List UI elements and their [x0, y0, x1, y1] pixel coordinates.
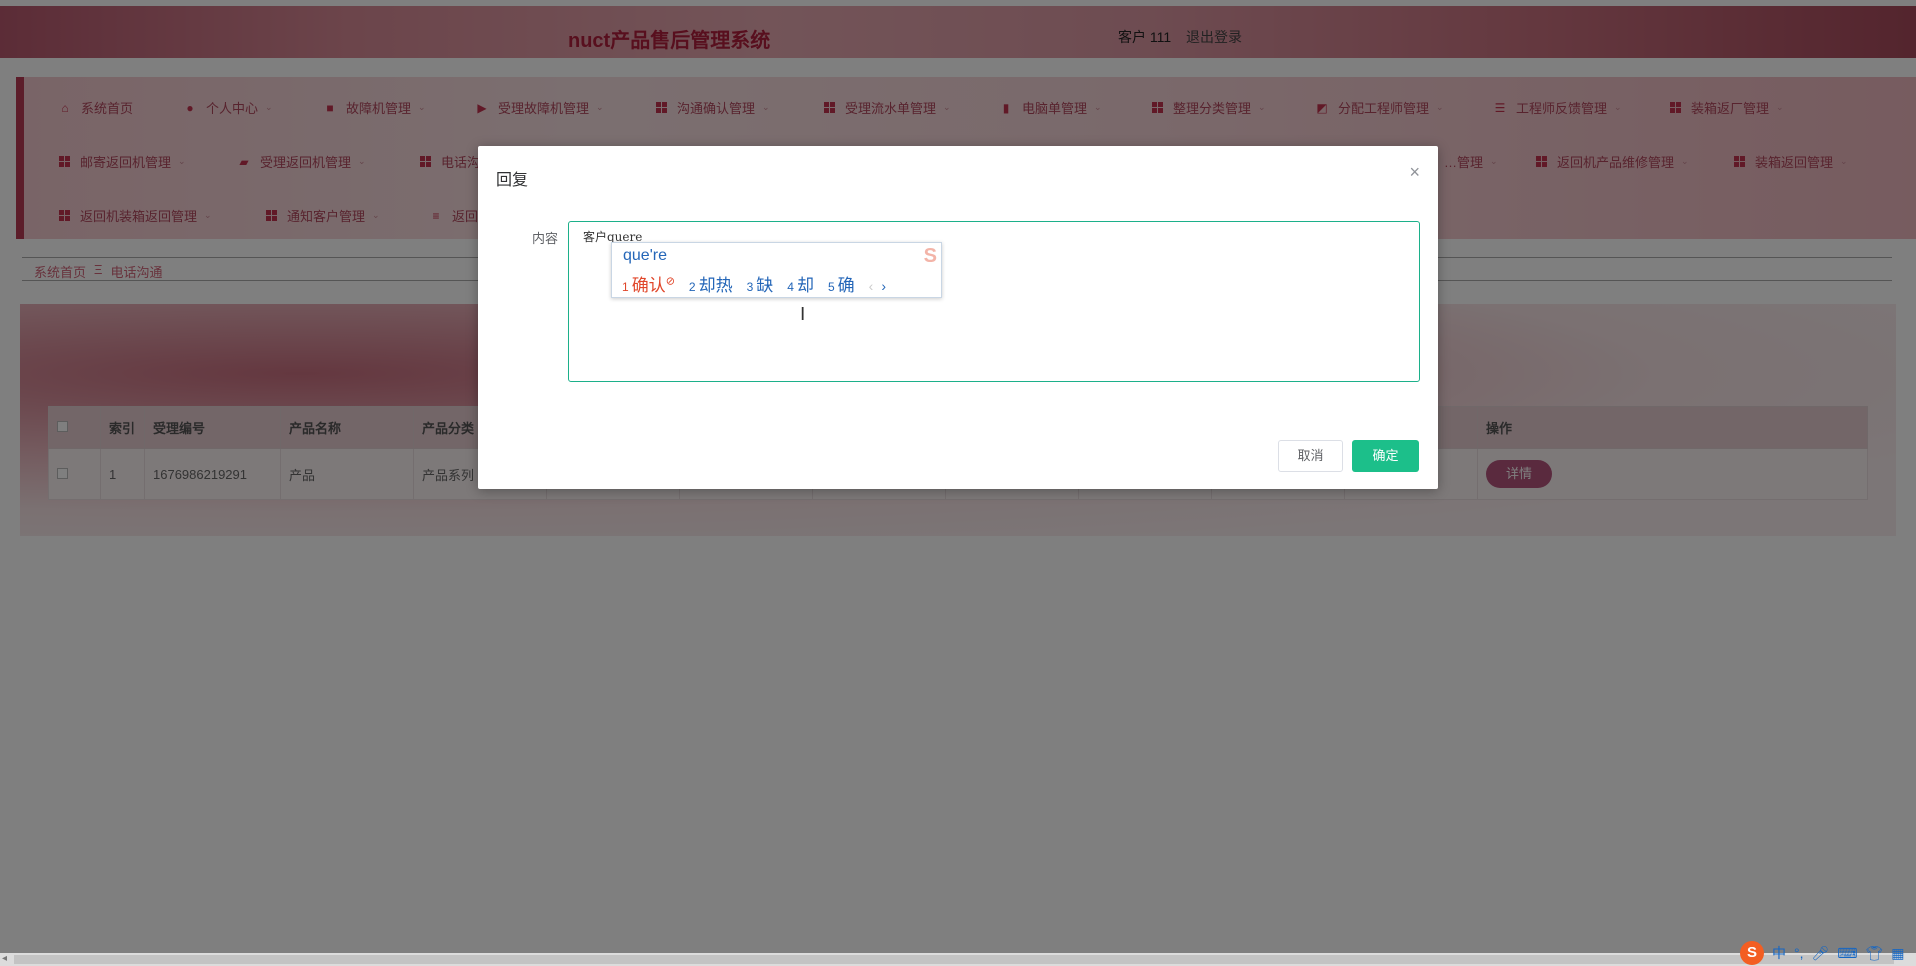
scroll-left-icon[interactable]: ◂	[2, 953, 7, 964]
ime-candidate-4[interactable]: 4却	[787, 271, 814, 296]
confirm-button[interactable]: 确定	[1352, 440, 1419, 472]
reply-dialog: 回复 × 内容 客户quere 取消 确定	[478, 146, 1438, 489]
ime-composition: que're	[623, 247, 667, 264]
keyboard-icon[interactable]: ⌨	[1837, 945, 1857, 962]
punctuation-icon[interactable]: °,	[1794, 945, 1804, 961]
ime-tray: S 中 °, 🎤︎ ⌨ 👕︎ ▦	[1740, 940, 1905, 966]
ime-mode-toggle[interactable]: 中	[1772, 943, 1786, 963]
ime-candidate-3[interactable]: 3缺	[747, 271, 774, 296]
ime-next-page-icon[interactable]: ›	[881, 278, 886, 294]
sogou-logo-icon[interactable]: S	[1740, 941, 1764, 965]
ime-candidate-1[interactable]: 1 确认⊘	[622, 271, 675, 296]
ime-candidates: 1 确认⊘ 2 却热 3缺 4却 5确 ‹ ›	[622, 271, 886, 296]
text-cursor-icon: I	[800, 304, 806, 325]
check-circle-icon: ⊘	[665, 275, 675, 288]
sogou-logo-icon: S	[923, 245, 937, 267]
cancel-button[interactable]: 取消	[1278, 440, 1343, 472]
horizontal-scrollbar[interactable]: ◂	[0, 953, 1916, 966]
ime-prev-page-icon[interactable]: ‹	[869, 278, 874, 294]
scrollbar-thumb[interactable]	[14, 955, 1894, 964]
microphone-icon[interactable]: 🎤︎	[1812, 945, 1830, 962]
ime-candidate-2[interactable]: 2 却热	[689, 271, 733, 296]
dialog-title: 回复	[496, 172, 529, 189]
ime-candidate-5[interactable]: 5确	[828, 271, 855, 296]
close-icon[interactable]: ×	[1409, 162, 1420, 183]
content-label: 内容	[532, 231, 559, 246]
skin-icon[interactable]: 👕︎	[1866, 945, 1884, 962]
ime-candidate-window: S que're 1 确认⊘ 2 却热 3缺 4却 5确 ‹ ›	[611, 242, 942, 298]
toolbox-icon[interactable]: ▦	[1891, 945, 1904, 962]
